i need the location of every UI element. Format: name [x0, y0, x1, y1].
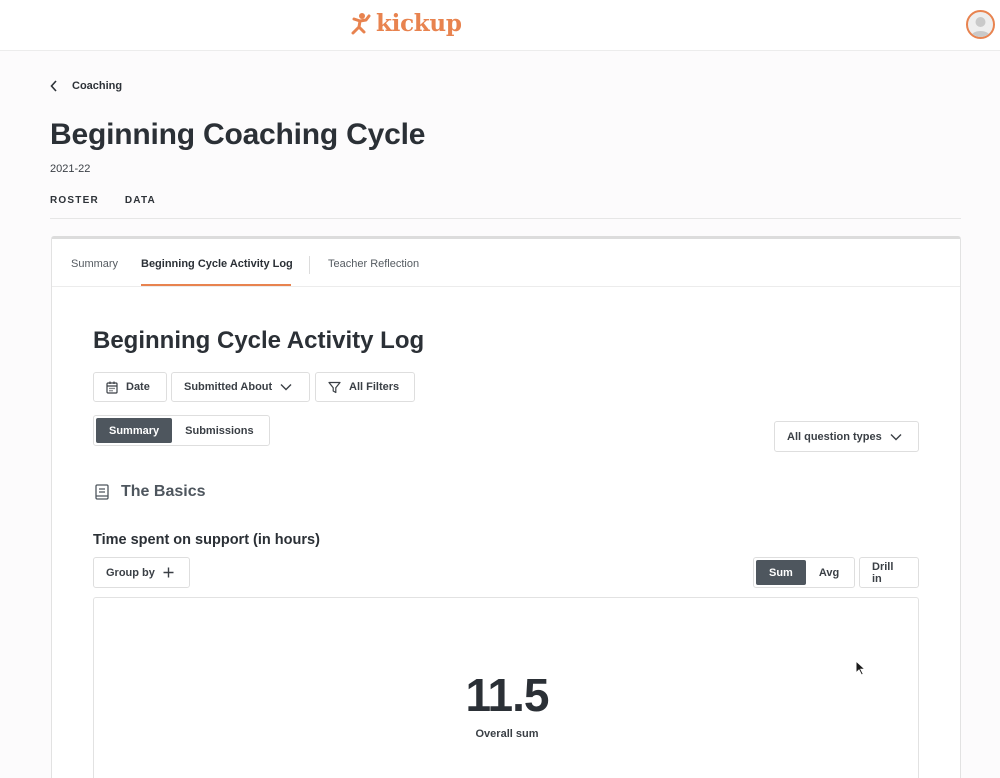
date-filter-button[interactable]: Date: [93, 372, 167, 402]
subtab-activity-log[interactable]: Beginning Cycle Activity Log: [141, 258, 293, 270]
question-title: Time spent on support (in hours): [93, 532, 320, 548]
tab-data[interactable]: DATA: [125, 195, 156, 206]
question-types-label: All question types: [787, 430, 882, 443]
subtab-teacher-reflection[interactable]: Teacher Reflection: [328, 258, 419, 270]
main-tabs: ROSTER DATA: [50, 195, 156, 206]
summary-view-button[interactable]: Summary: [96, 418, 173, 443]
submissions-view-button[interactable]: Submissions: [172, 418, 266, 443]
page-title: Beginning Coaching Cycle: [50, 118, 426, 151]
submitted-about-dropdown[interactable]: Submitted About: [171, 372, 310, 402]
breadcrumb[interactable]: Coaching: [50, 80, 122, 92]
filter-icon: [328, 381, 341, 394]
tabs-divider: [50, 218, 961, 219]
chevron-left-icon: [50, 80, 58, 92]
section-title: The Basics: [121, 483, 206, 500]
brand-name: kickup: [376, 10, 462, 37]
question-types-dropdown[interactable]: All question types: [774, 421, 919, 452]
log-title: Beginning Cycle Activity Log: [93, 327, 425, 354]
avatar-icon[interactable]: [966, 10, 995, 39]
avg-button[interactable]: Avg: [806, 560, 852, 585]
active-subtab-indicator: [141, 284, 291, 286]
tab-roster[interactable]: ROSTER: [50, 195, 99, 206]
calendar-icon: [106, 381, 118, 394]
kickup-logo-icon: [347, 12, 373, 36]
cursor-icon: [855, 660, 866, 676]
book-icon: [95, 484, 109, 500]
metric-panel: 11.5 Overall sum: [93, 597, 919, 778]
plus-icon: [163, 567, 174, 578]
group-by-button[interactable]: Group by: [93, 557, 190, 588]
subtab-summary[interactable]: Summary: [71, 258, 118, 270]
page-year: 2021-22: [50, 163, 91, 175]
date-filter-label: Date: [126, 381, 150, 393]
submitted-about-label: Submitted About: [184, 381, 273, 393]
drill-in-button[interactable]: Drill in: [859, 557, 919, 588]
data-card: Summary Beginning Cycle Activity Log Tea…: [51, 236, 961, 778]
chevron-down-icon: [890, 433, 902, 441]
sum-button[interactable]: Sum: [756, 560, 806, 585]
subtab-separator: [309, 256, 310, 274]
metric-value: 11.5: [465, 669, 550, 721]
view-toggle: Summary Submissions: [93, 415, 270, 446]
top-bar: kickup: [0, 0, 1000, 51]
chevron-down-icon: [280, 383, 292, 391]
brand-logo[interactable]: kickup: [347, 10, 462, 37]
sub-tabs: Summary Beginning Cycle Activity Log Tea…: [52, 239, 960, 287]
section-header: The Basics: [95, 483, 205, 501]
all-filters-button[interactable]: All Filters: [315, 372, 415, 402]
group-by-label: Group by: [106, 566, 155, 579]
drill-in-label: Drill in: [872, 560, 894, 585]
breadcrumb-label: Coaching: [72, 80, 123, 92]
metric-label: Overall sum: [475, 728, 539, 740]
all-filters-label: All Filters: [349, 381, 400, 393]
aggregation-toggle: Sum Avg: [753, 557, 856, 588]
